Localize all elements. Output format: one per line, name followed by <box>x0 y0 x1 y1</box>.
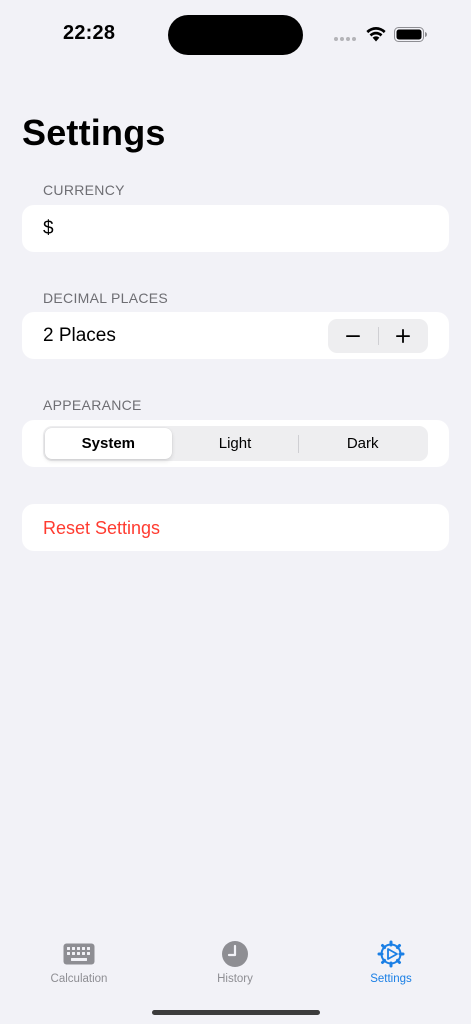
decimal-places-row: 2 Places <box>22 312 449 359</box>
increment-button[interactable] <box>378 319 428 353</box>
appearance-row: System Light Dark <box>22 420 449 467</box>
tab-history[interactable]: History <box>180 940 290 985</box>
keyboard-icon <box>63 940 95 968</box>
appearance-section-header: APPEARANCE <box>43 397 142 413</box>
tab-settings[interactable]: Settings <box>336 940 446 985</box>
clock-icon <box>219 940 251 968</box>
currency-field[interactable]: $ <box>22 205 449 252</box>
reset-settings-button[interactable]: Reset Settings <box>22 504 449 551</box>
home-indicator <box>152 1010 320 1015</box>
tab-calculation-label: Calculation <box>50 973 108 985</box>
minus-icon <box>345 335 360 337</box>
page-title: Settings <box>22 112 166 153</box>
currency-section-header: CURRENCY <box>43 182 125 198</box>
wifi-icon <box>366 27 386 42</box>
segment-light[interactable]: Light <box>172 428 299 459</box>
decimal-places-section-header: DECIMAL PLACES <box>43 290 169 306</box>
status-time: 22:28 <box>63 22 116 44</box>
tab-settings-label: Settings <box>370 973 412 985</box>
decimal-places-value: 2 Places <box>43 325 116 346</box>
battery-icon <box>394 27 427 42</box>
dynamic-island <box>168 15 303 55</box>
tab-calculation[interactable]: Calculation <box>24 940 134 985</box>
plus-icon <box>396 329 411 343</box>
decrement-button[interactable] <box>328 319 378 353</box>
gear-icon <box>375 940 407 968</box>
reset-settings-label[interactable]: Reset Settings <box>43 518 160 539</box>
currency-value[interactable]: $ <box>43 218 54 240</box>
cellular-signal-icon <box>334 37 356 41</box>
tab-history-label: History <box>217 973 253 985</box>
decimal-places-stepper[interactable] <box>328 319 428 353</box>
segment-dark[interactable]: Dark <box>299 428 426 459</box>
segment-system[interactable]: System <box>45 428 172 459</box>
status-bar: 22:28 <box>0 0 471 60</box>
appearance-segmented-control[interactable]: System Light Dark <box>43 426 428 461</box>
